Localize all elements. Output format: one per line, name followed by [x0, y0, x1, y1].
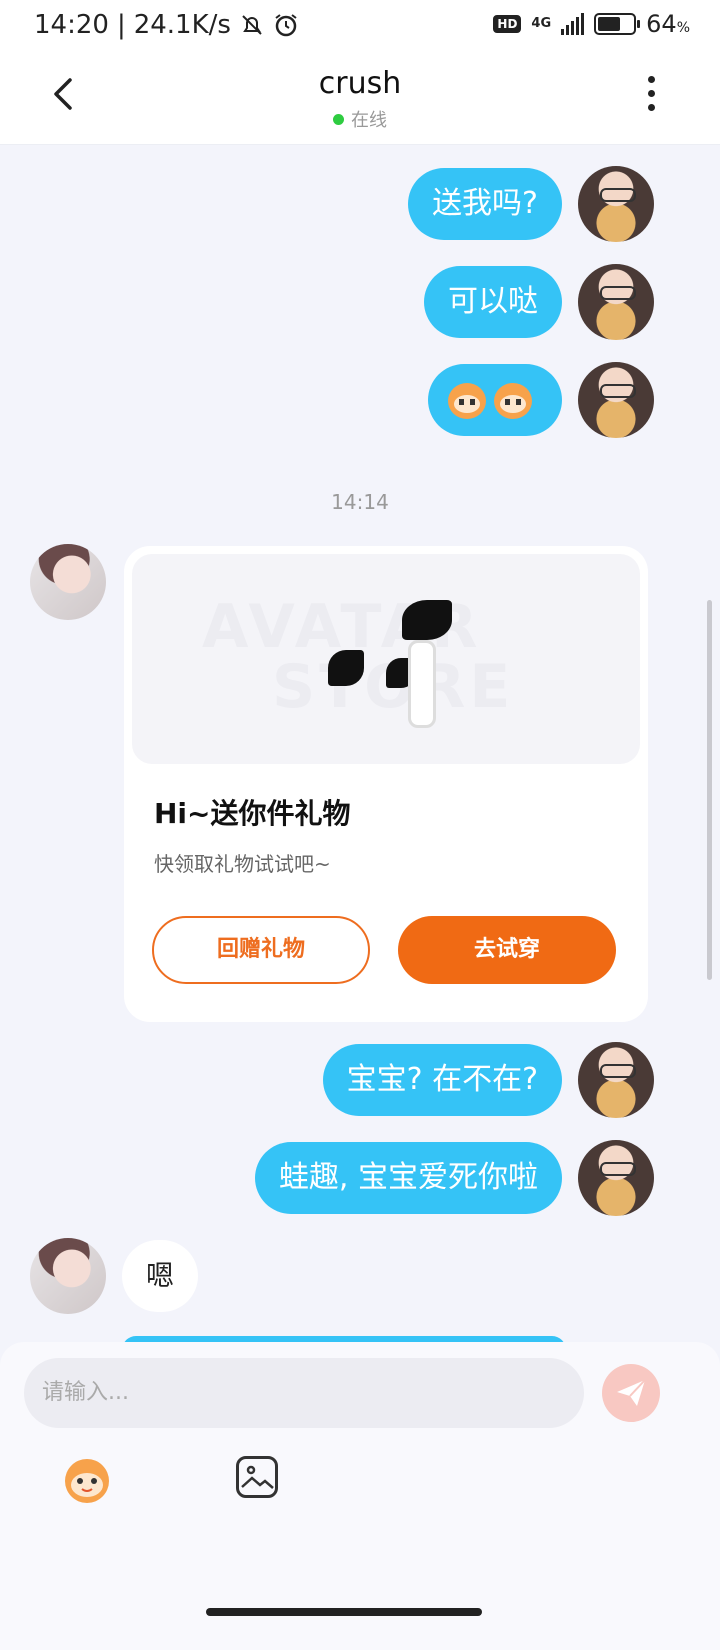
- battery-icon: [594, 13, 641, 35]
- message-input[interactable]: 请输入...: [24, 1358, 584, 1428]
- contact-avatar[interactable]: [30, 1238, 106, 1314]
- status-left: 14:20 | 24.1K/s: [34, 10, 299, 40]
- gift-card[interactable]: AVATAR STORE Hi~送你件礼物 快领取礼物试试吧~ 回赠礼物 去试穿: [124, 546, 648, 1022]
- input-bar: 请输入...: [0, 1342, 720, 1650]
- timestamp: 14:14: [331, 490, 389, 514]
- chat-title: crush: [318, 66, 402, 101]
- send-button[interactable]: [602, 1364, 660, 1422]
- signal-bars-icon: [561, 13, 585, 35]
- message-bubble-sent[interactable]: 蛙趣, 宝宝爱死你啦: [254, 1142, 562, 1214]
- partial-bubble: [150, 130, 320, 142]
- hd-badge: HD: [493, 15, 522, 33]
- battery-level: [598, 17, 621, 31]
- message-bubble-sent[interactable]: 宝宝? 在不在?: [322, 1044, 562, 1116]
- contact-avatar[interactable]: [30, 544, 106, 620]
- message-bubble-received[interactable]: 嗯: [122, 1240, 199, 1312]
- my-avatar[interactable]: [578, 264, 654, 340]
- monkey-emoji-icon: [494, 382, 532, 419]
- online-dot-icon: [333, 114, 344, 125]
- message-bubble-sent[interactable]: [428, 364, 562, 436]
- hair-clip-icon: [408, 640, 436, 728]
- gift-image: AVATAR STORE: [132, 554, 640, 764]
- battery-percent: 64: [646, 10, 677, 38]
- bell-muted-icon: [242, 15, 262, 35]
- try-on-button[interactable]: 去试穿: [398, 916, 616, 984]
- my-avatar[interactable]: [578, 166, 654, 242]
- status-bar: 14:20 | 24.1K/s HD 4G 64%: [0, 0, 720, 56]
- monkey-emoji-icon: [448, 382, 486, 419]
- network-speed: 24.1K/s: [133, 10, 231, 40]
- signal-type: 4G: [531, 16, 552, 31]
- return-gift-button[interactable]: 回赠礼物: [152, 916, 370, 984]
- gift-subtitle: 快领取礼物试试吧~: [154, 852, 331, 876]
- my-avatar[interactable]: [578, 1140, 654, 1216]
- message-bubble-sent[interactable]: 送我吗?: [408, 168, 562, 240]
- emoji-monkey-icon[interactable]: [60, 1454, 114, 1504]
- battery-unit: %: [676, 20, 690, 36]
- my-avatar[interactable]: [578, 1042, 654, 1118]
- online-status: 在线: [0, 106, 720, 132]
- alarm-icon: [275, 14, 297, 37]
- bow-icon: [328, 650, 364, 686]
- clock: 14:20: [34, 10, 109, 40]
- my-avatar[interactable]: [578, 362, 654, 438]
- send-icon: [617, 1379, 646, 1406]
- home-indicator[interactable]: [206, 1608, 482, 1616]
- chat-header: crush 在线: [0, 56, 720, 144]
- gift-title: Hi~送你件礼物: [154, 797, 351, 830]
- more-options-icon[interactable]: [648, 76, 656, 118]
- scrollbar[interactable]: [707, 600, 712, 980]
- message-bubble-sent[interactable]: 可以哒: [424, 266, 562, 338]
- status-right: HD 4G 64%: [493, 10, 690, 38]
- image-picker-icon[interactable]: [236, 1456, 278, 1498]
- bow-icon: [402, 600, 452, 640]
